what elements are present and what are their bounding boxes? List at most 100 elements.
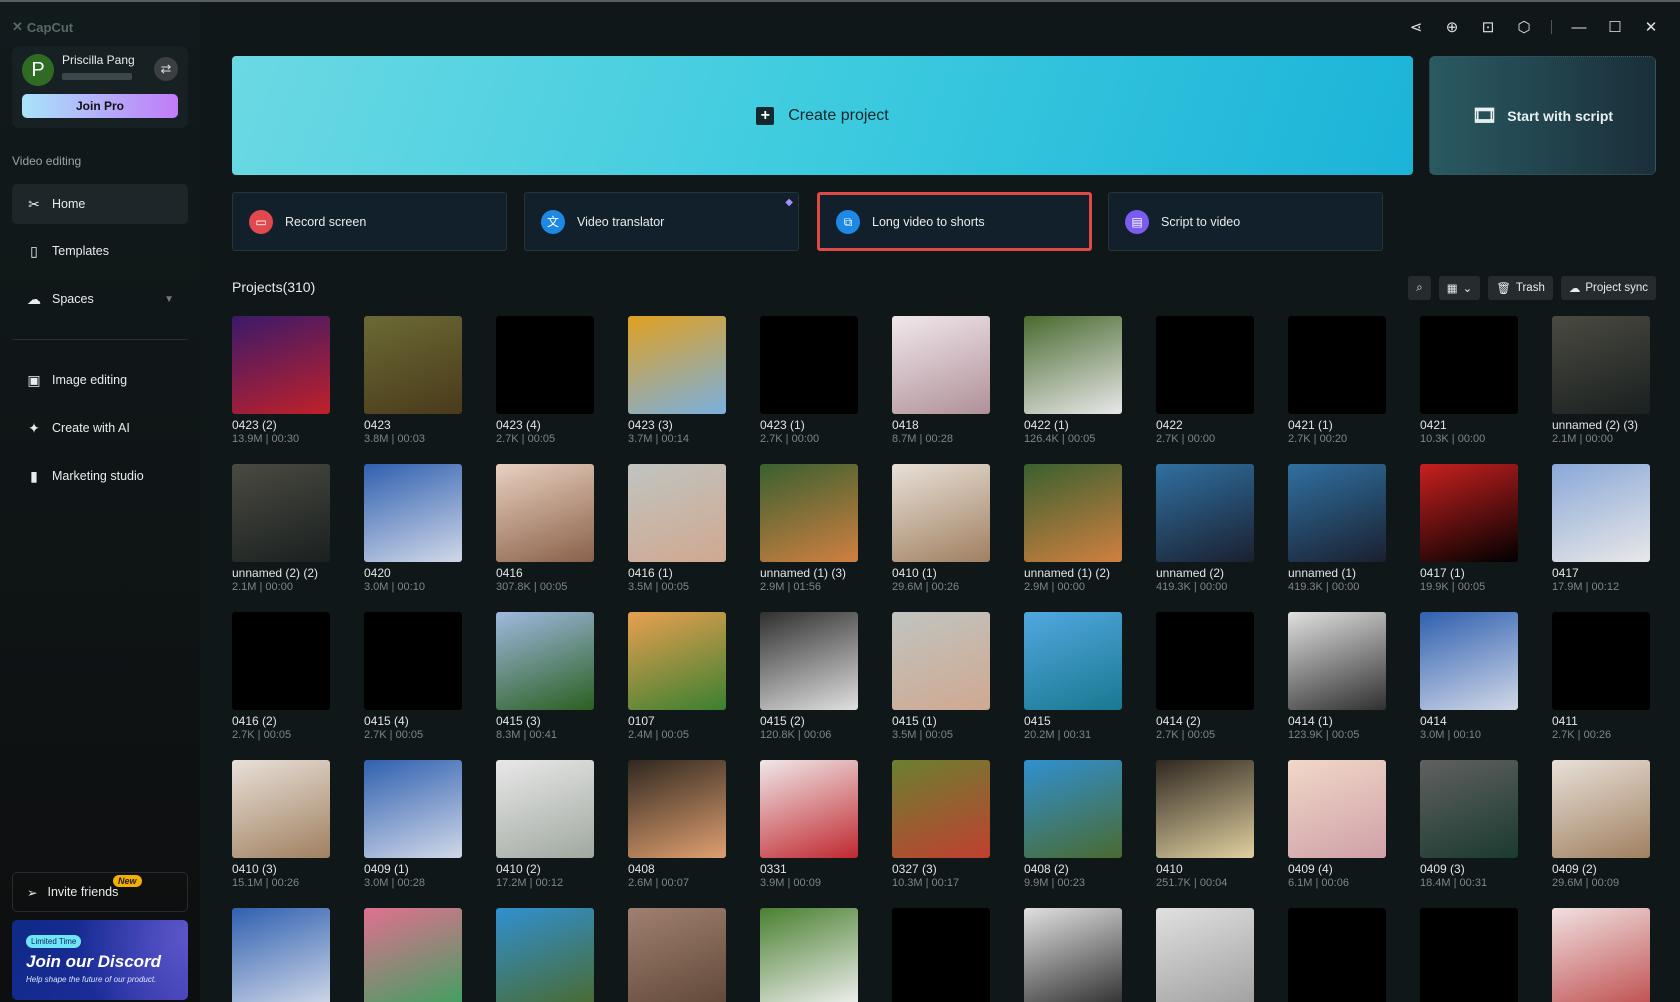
project-tile[interactable]: unnamed (1) (3) 2.9M | 01:56 [760,464,858,593]
project-tile[interactable]: 0410 251.7K | 00:04 [1156,760,1254,889]
project-tile[interactable]: 0423 (3) 3.7M | 00:14 [628,316,726,445]
invite-friends-button[interactable]: ➢ Invite friends New [12,872,188,912]
project-thumbnail[interactable] [364,464,462,562]
project-tile[interactable]: 0423 (1) 2.7K | 00:00 [760,316,858,445]
chevron-down-icon[interactable]: ▼ [164,294,174,305]
video-translator-button[interactable]: 文 Video translator ◆ [524,192,799,251]
project-tile[interactable]: 0422 (1) 126.4K | 00:05 [1024,316,1122,445]
project-thumbnail[interactable] [1156,760,1254,858]
project-thumbnail[interactable] [1420,464,1518,562]
project-thumbnail[interactable] [364,908,462,1002]
project-thumbnail[interactable] [232,908,330,1002]
sidebar-item-marketing-studio[interactable]: ▮ Marketing studio [12,456,188,496]
feedback-icon[interactable]: ⊡ [1479,18,1497,36]
project-thumbnail[interactable] [1552,760,1650,858]
project-tile[interactable]: 0410 (2) 17.2M | 00:12 [496,760,594,889]
settings-icon[interactable]: ⬡ [1515,18,1533,36]
project-thumbnail[interactable] [1156,908,1254,1002]
project-thumbnail[interactable] [1552,612,1650,710]
project-thumbnail[interactable] [760,760,858,858]
project-tile[interactable]: unnamed (1) 419.3K | 00:00 [1288,464,1386,593]
project-thumbnail[interactable] [232,612,330,710]
project-tile[interactable]: 0409 (2) 29.6M | 00:09 [1552,760,1650,889]
project-tile[interactable]: 0415 (3) 8.3M | 00:41 [496,612,594,741]
project-tile[interactable]: 0423 3.8M | 00:03 [364,316,462,445]
project-tile[interactable] [364,908,462,1002]
project-tile[interactable]: unnamed (2) (3) 2.1M | 00:00 [1552,316,1650,445]
sidebar-item-home[interactable]: ✂ Home [12,184,188,224]
project-tile[interactable]: 0416 (2) 2.7K | 00:05 [232,612,330,741]
join-pro-button[interactable]: Join Pro [22,94,178,118]
project-thumbnail[interactable] [1156,612,1254,710]
search-button[interactable]: ⌕ [1408,276,1431,300]
long-video-to-shorts-button[interactable]: ⧉ Long video to shorts [817,192,1092,251]
project-thumbnail[interactable] [1156,316,1254,414]
project-thumbnail[interactable] [628,908,726,1002]
project-tile[interactable]: 0417 (1) 19.9K | 00:05 [1420,464,1518,593]
project-thumbnail[interactable] [892,612,990,710]
project-tile[interactable] [892,908,990,1002]
project-tile[interactable]: 0423 (4) 2.7K | 00:05 [496,316,594,445]
project-thumbnail[interactable] [760,464,858,562]
project-thumbnail[interactable] [364,760,462,858]
project-tile[interactable] [1156,908,1254,1002]
project-tile[interactable]: 0420 3.0M | 00:10 [364,464,462,593]
project-thumbnail[interactable] [1024,760,1122,858]
project-thumbnail[interactable] [1024,612,1122,710]
close-icon[interactable]: ✕ [1642,18,1660,36]
maximize-icon[interactable]: ☐ [1606,18,1624,36]
project-thumbnail[interactable] [1552,908,1650,1002]
project-tile[interactable]: 0408 (2) 9.9M | 00:23 [1024,760,1122,889]
project-tile[interactable]: 0415 (4) 2.7K | 00:05 [364,612,462,741]
share-icon[interactable]: ⋖ [1407,18,1425,36]
project-tile[interactable]: 0422 2.7K | 00:00 [1156,316,1254,445]
project-sync-button[interactable]: ☁ Project sync [1560,276,1656,300]
project-tile[interactable]: 0107 2.4M | 00:05 [628,612,726,741]
project-thumbnail[interactable] [760,316,858,414]
project-tile[interactable]: 0417 17.9M | 00:12 [1552,464,1650,593]
project-tile[interactable]: 0409 (1) 3.0M | 00:28 [364,760,462,889]
project-thumbnail[interactable] [364,316,462,414]
start-with-script-button[interactable]: 🎞 Start with script [1429,56,1656,175]
project-thumbnail[interactable] [1024,316,1122,414]
project-tile[interactable]: 0327 (3) 10.3M | 00:17 [892,760,990,889]
project-thumbnail[interactable] [1024,908,1122,1002]
project-tile[interactable] [1288,908,1386,1002]
discord-promo-banner[interactable]: Limited Time Join our Discord Help shape… [12,920,188,1000]
project-thumbnail[interactable] [760,612,858,710]
switch-account-icon[interactable]: ⇄ [154,57,178,81]
project-thumbnail[interactable] [1420,908,1518,1002]
project-thumbnail[interactable] [496,464,594,562]
project-thumbnail[interactable] [760,908,858,1002]
project-tile[interactable]: 0421 (1) 2.7K | 00:20 [1288,316,1386,445]
project-thumbnail[interactable] [1552,316,1650,414]
project-thumbnail[interactable] [496,612,594,710]
project-thumbnail[interactable] [232,464,330,562]
project-tile[interactable] [1024,908,1122,1002]
project-thumbnail[interactable] [892,908,990,1002]
view-toggle-button[interactable]: ▦ ⌄ [1438,276,1481,300]
project-tile[interactable]: 0423 (2) 13.9M | 00:30 [232,316,330,445]
project-tile[interactable]: unnamed (2) 419.3K | 00:00 [1156,464,1254,593]
project-tile[interactable]: 0409 (3) 18.4M | 00:31 [1420,760,1518,889]
sidebar-item-spaces[interactable]: ☁ Spaces ▼ [12,279,188,319]
project-thumbnail[interactable] [1288,612,1386,710]
project-thumbnail[interactable] [1024,464,1122,562]
project-tile[interactable]: 0410 (1) 29.6M | 00:26 [892,464,990,593]
project-thumbnail[interactable] [892,316,990,414]
project-thumbnail[interactable] [1288,464,1386,562]
project-tile[interactable] [1420,908,1518,1002]
upload-icon[interactable]: ⊕ [1443,18,1461,36]
project-thumbnail[interactable] [892,464,990,562]
script-to-video-button[interactable]: ▤ Script to video [1108,192,1383,251]
project-tile[interactable]: 0411 2.7K | 00:26 [1552,612,1650,741]
project-tile[interactable]: 0410 (3) 15.1M | 00:26 [232,760,330,889]
project-tile[interactable]: 0415 (1) 3.5M | 00:05 [892,612,990,741]
project-tile[interactable]: unnamed (1) (2) 2.9M | 00:00 [1024,464,1122,593]
project-tile[interactable]: 0414 3.0M | 00:10 [1420,612,1518,741]
record-screen-button[interactable]: ▭ Record screen [232,192,507,251]
sidebar-item-templates[interactable]: ▯ Templates [12,231,188,271]
trash-button[interactable]: 🗑 Trash [1488,276,1553,300]
project-thumbnail[interactable] [628,316,726,414]
project-tile[interactable] [496,908,594,1002]
